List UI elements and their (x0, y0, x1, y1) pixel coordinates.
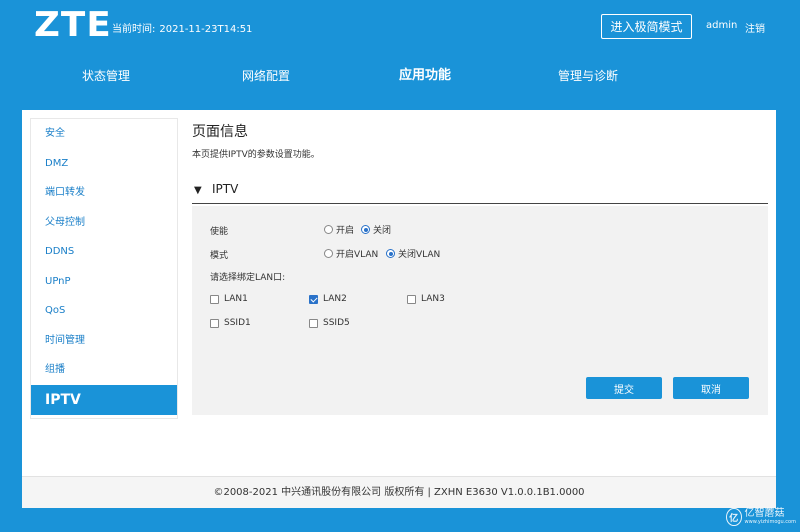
checkbox-icon (309, 318, 318, 328)
main-panel: 安全 DMZ 端口转发 父母控制 DDNS UPnP QoS 时间管理 组播 I… (22, 110, 776, 476)
radio-icon (324, 225, 333, 234)
zte-logo: ZTE (34, 5, 112, 45)
checkbox-icon (407, 294, 416, 304)
enable-on-radio[interactable]: 开启 (324, 223, 354, 236)
ssid5-checkbox[interactable]: SSID5 (309, 318, 350, 328)
current-time-value: 2021-11-23T14:51 (159, 24, 253, 35)
iptv-section-header[interactable]: ▼ IPTV (192, 182, 768, 204)
watermark-logo-icon: 亿 (726, 508, 742, 526)
nav-status[interactable]: 状态管理 (82, 66, 130, 86)
current-time: 当前时间: 2021-11-23T14:51 (112, 20, 252, 35)
radio-selected-icon (361, 225, 370, 234)
lan2-checkbox[interactable]: LAN2 (309, 294, 347, 304)
sidebar-item-time-management[interactable]: 时间管理 (31, 326, 177, 356)
vlan-off-radio[interactable]: 关闭VLAN (386, 247, 440, 260)
sidebar-item-multicast[interactable]: 组播 (31, 355, 177, 385)
sidebar-item-port-forwarding[interactable]: 端口转发 (31, 178, 177, 208)
username: admin (706, 20, 738, 31)
footer: ©2008-2021 中兴通讯股份有限公司 版权所有 | ZXHN E3630 … (22, 476, 776, 508)
sidebar-item-security[interactable]: 安全 (31, 119, 177, 149)
collapse-triangle-icon: ▼ (194, 185, 202, 196)
page-description: 本页提供IPTV的参数设置功能。 (192, 150, 320, 160)
simple-mode-button[interactable]: 进入极简模式 (601, 14, 692, 39)
submit-button[interactable]: 提交 (586, 377, 662, 399)
radio-selected-icon (386, 249, 395, 258)
ssid5-label: SSID5 (323, 318, 350, 328)
iptv-form: 使能 开启 关闭 模式 开启VLAN 关闭VLAN 请选择绑定LAN口: LAN… (192, 206, 768, 415)
ssid1-label: SSID1 (224, 318, 251, 328)
bind-lan-label: 请选择绑定LAN口: (210, 273, 286, 283)
watermark-name: 亿智蘑菇 (744, 508, 785, 519)
vlan-on-radio[interactable]: 开启VLAN (324, 247, 378, 260)
sidebar-item-parental-control[interactable]: 父母控制 (31, 208, 177, 238)
sidebar-item-iptv[interactable]: IPTV (31, 384, 177, 415)
nav-management[interactable]: 管理与诊断 (558, 66, 618, 86)
enable-on-label: 开启 (336, 226, 355, 236)
nav-applications[interactable]: 应用功能 (399, 66, 451, 86)
checkbox-checked-icon (309, 294, 318, 304)
sidebar: 安全 DMZ 端口转发 父母控制 DDNS UPnP QoS 时间管理 组播 I… (30, 118, 178, 419)
ssid1-checkbox[interactable]: SSID1 (210, 318, 251, 328)
enable-off-radio[interactable]: 关闭 (361, 223, 391, 236)
lan3-checkbox[interactable]: LAN3 (407, 294, 445, 304)
watermark: 亿 亿智蘑菇 www.yizhimogu.com (726, 506, 796, 528)
checkbox-icon (210, 318, 219, 328)
watermark-url: www.yizhimogu.com (744, 519, 796, 525)
logout-link[interactable]: 注销 (745, 20, 765, 35)
vlan-on-label: 开启VLAN (336, 250, 379, 260)
current-time-label: 当前时间: (112, 24, 156, 35)
content-area: 页面信息 本页提供IPTV的参数设置功能。 ▼ IPTV 使能 开启 关闭 模式… (190, 110, 768, 476)
lan1-checkbox[interactable]: LAN1 (210, 294, 248, 304)
lan3-label: LAN3 (421, 294, 445, 304)
mode-label: 模式 (210, 251, 229, 261)
lan2-label: LAN2 (323, 294, 347, 304)
vlan-off-label: 关闭VLAN (398, 250, 441, 260)
sidebar-item-upnp[interactable]: UPnP (31, 267, 177, 297)
sidebar-item-qos[interactable]: QoS (31, 296, 177, 326)
sidebar-item-dmz[interactable]: DMZ (31, 149, 177, 179)
checkbox-icon (210, 294, 219, 304)
top-nav: 状态管理 网络配置 应用功能 管理与诊断 (0, 66, 800, 90)
page-title: 页面信息 (192, 124, 248, 140)
sidebar-item-ddns[interactable]: DDNS (31, 237, 177, 267)
lan1-label: LAN1 (224, 294, 248, 304)
enable-off-label: 关闭 (373, 226, 392, 236)
nav-network[interactable]: 网络配置 (242, 66, 290, 86)
radio-icon (324, 249, 333, 258)
cancel-button[interactable]: 取消 (673, 377, 749, 399)
section-title: IPTV (212, 182, 239, 196)
enable-label: 使能 (210, 227, 229, 237)
